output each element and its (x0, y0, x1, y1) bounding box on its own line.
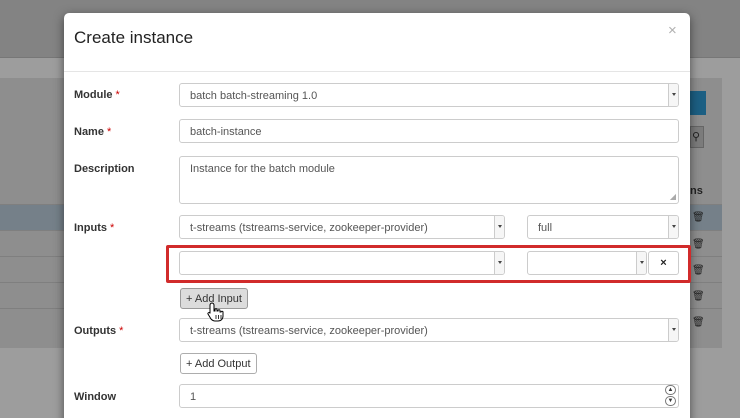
highlight-box (166, 245, 691, 283)
resize-grip-icon[interactable]: ◢ (670, 193, 676, 201)
input-stream-select[interactable]: t-streams (tstreams-service, zookeeper-p… (179, 215, 505, 239)
required-marker: * (110, 222, 115, 234)
add-output-button-label: + Add Output (186, 358, 251, 370)
module-label-text: Module (74, 89, 113, 101)
required-marker: * (119, 325, 124, 337)
trash-icon: 🗑 (692, 291, 705, 302)
output-stream-select[interactable]: t-streams (tstreams-service, zookeeper-p… (179, 318, 679, 342)
required-marker: * (115, 89, 120, 101)
outputs-label-text: Outputs (74, 325, 117, 337)
pointer-cursor-icon (207, 302, 224, 322)
chevron-down-icon (668, 216, 678, 238)
description-label: Description (74, 163, 135, 175)
trash-icon: 🗑 (692, 212, 705, 223)
inputs-label: Inputs * (74, 222, 114, 234)
module-label: Module * (74, 89, 120, 101)
input-stream-select-value: t-streams (tstreams-service, zookeeper-p… (190, 222, 428, 234)
trash-icon: 🗑 (692, 317, 705, 328)
create-instance-dialog: Create instance × Module * batch batch-st… (64, 13, 690, 418)
dialog-title: Create instance (74, 28, 194, 47)
description-label-text: Description (74, 163, 135, 175)
input-mode-select[interactable]: full (527, 215, 679, 239)
add-output-button[interactable]: + Add Output (180, 353, 257, 374)
module-select-value: batch batch-streaming 1.0 (190, 90, 318, 102)
spinner-up-icon[interactable]: ▲ (665, 385, 676, 395)
input-mode-select-value: full (538, 222, 553, 234)
window-label: Window (74, 391, 116, 403)
chevron-down-icon (668, 319, 678, 341)
trash-icon: 🗑 (692, 265, 705, 276)
required-marker: * (106, 126, 112, 138)
name-input-value: batch-instance (190, 126, 262, 138)
spinner-down-icon[interactable]: ▼ (665, 396, 676, 406)
outputs-label: Outputs * (74, 325, 123, 337)
module-select[interactable]: batch batch-streaming 1.0 (179, 83, 679, 107)
inputs-label-text: Inputs (74, 222, 107, 234)
dialog-header: Create instance × (64, 13, 690, 72)
close-icon[interactable]: × (668, 22, 677, 39)
chevron-down-icon (494, 216, 504, 238)
background-column-header: ns (690, 185, 703, 197)
trash-icon: 🗑 (692, 239, 705, 250)
output-stream-select-value: t-streams (tstreams-service, zookeeper-p… (190, 325, 428, 337)
name-label: Name * (74, 126, 111, 138)
name-input[interactable]: batch-instance (179, 119, 679, 143)
window-number-input[interactable]: 1 ▲ ▼ (179, 384, 679, 408)
name-label-text: Name (74, 126, 104, 138)
background-search-button: ⚲ (690, 126, 704, 148)
window-input-value: 1 (190, 391, 197, 403)
window-label-text: Window (74, 391, 117, 403)
background-create-button (690, 91, 706, 115)
number-spinner: ▲ ▼ (665, 385, 677, 407)
chevron-down-icon (668, 84, 678, 106)
description-textarea-value: Instance for the batch module (190, 163, 335, 175)
search-icon: ⚲ (692, 131, 701, 143)
description-textarea[interactable]: Instance for the batch module ◢ (179, 156, 679, 204)
